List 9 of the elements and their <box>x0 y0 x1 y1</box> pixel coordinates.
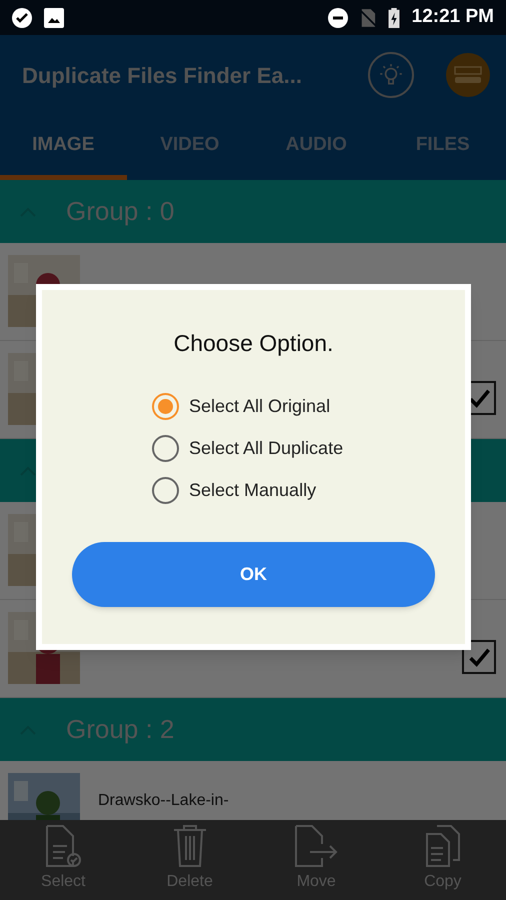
option-label: Select All Duplicate <box>189 436 344 460</box>
option-label: Select Manually <box>189 478 316 502</box>
clock: 12:21 PM <box>412 5 494 30</box>
group-title: Group : 0 <box>66 195 174 228</box>
group-title: Group : 2 <box>66 713 174 746</box>
option-label: Select All Original <box>189 394 330 418</box>
file-name: Drawsko--Lake-in- <box>98 791 229 811</box>
app-title: Duplicate Files Finder Ea... <box>22 62 302 90</box>
dialog-title: Choose Option. <box>174 329 334 358</box>
